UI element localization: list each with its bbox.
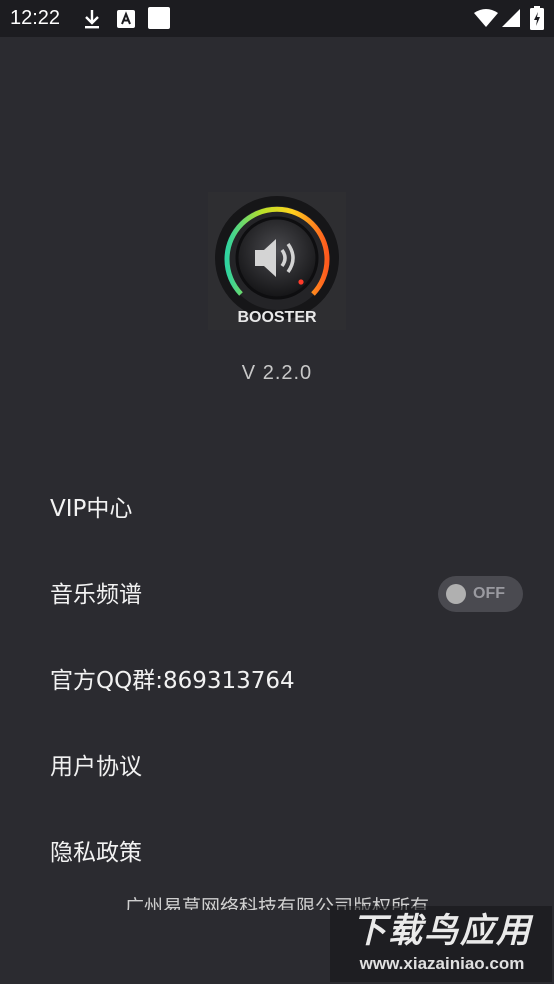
spectrum-toggle[interactable]: OFF [438,576,523,612]
menu-item-vip[interactable]: VIP中心 [50,484,530,534]
booster-logo-icon: BOOSTER [208,192,346,330]
battery-icon [530,6,544,30]
watermark: 下载鸟应用 www.xiazainiao.com [330,906,552,982]
toggle-knob [446,584,466,604]
app-version: V 2.2.0 [241,362,313,384]
watermark-url: www.xiazainiao.com [359,954,525,973]
wifi-icon [474,9,498,27]
a-icon [117,10,135,28]
status-time: 12:22 [10,7,61,29]
menu-item-qq-group[interactable]: 官方QQ群:869313764 [50,656,530,706]
menu-item-privacy[interactable]: 隐私政策 [50,828,530,878]
status-bar: 12:22 [0,0,554,37]
blank-notification-icon [148,7,170,29]
menu-item-user-agreement[interactable]: 用户协议 [50,742,530,792]
toggle-state-label: OFF [473,585,505,602]
signal-icon [502,9,520,27]
app-logo: BOOSTER [208,192,346,330]
watermark-title: 下载鸟应用 [352,911,532,951]
logo-text: BOOSTER [237,309,317,326]
download-icon [85,10,99,29]
